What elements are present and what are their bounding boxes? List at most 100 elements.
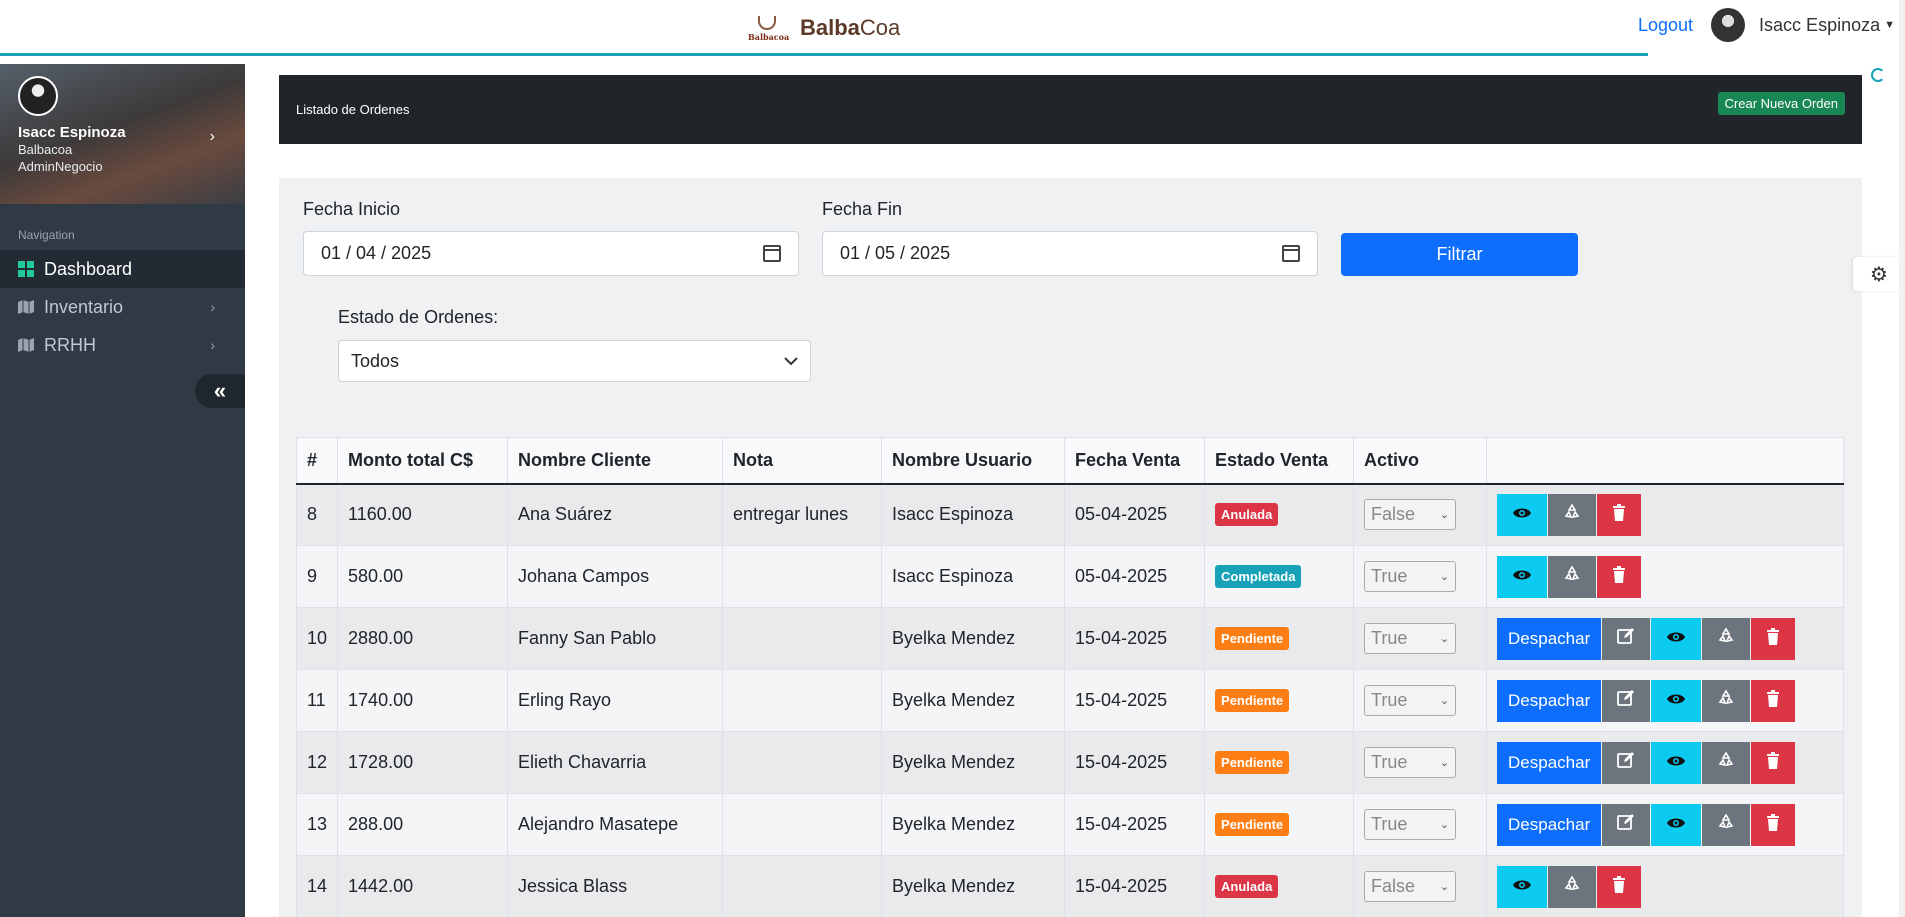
cell-nota bbox=[722, 545, 883, 608]
recycle-button[interactable] bbox=[1702, 617, 1751, 660]
despachar-button[interactable]: Despachar bbox=[1497, 741, 1602, 784]
caret-down-icon[interactable]: ▼ bbox=[1884, 19, 1895, 31]
status-select-value: Todos bbox=[351, 350, 400, 371]
cell-activo: True ⌄ bbox=[1353, 669, 1488, 732]
view-button[interactable] bbox=[1651, 679, 1702, 722]
despachar-button[interactable]: Despachar bbox=[1497, 679, 1602, 722]
cell-actions: Despachar bbox=[1486, 793, 1844, 856]
cell-nota bbox=[722, 731, 883, 794]
sidebar-collapse-button[interactable]: « bbox=[195, 374, 245, 408]
cell-fecha: 15-04-2025 bbox=[1064, 669, 1206, 732]
sidebar-item-label: Dashboard bbox=[44, 258, 133, 279]
delete-button[interactable] bbox=[1751, 679, 1796, 722]
settings-gear-icon[interactable]: ⚙ bbox=[1853, 257, 1905, 291]
recycle-button[interactable] bbox=[1702, 741, 1751, 784]
table-row: 8 1160.00 Ana Suárez entregar lunes Isac… bbox=[295, 483, 1844, 546]
sidebar-item-dashboard[interactable]: Dashboard bbox=[0, 250, 245, 288]
calendar-icon[interactable] bbox=[763, 245, 781, 262]
row-actions bbox=[1497, 865, 1833, 908]
create-order-button[interactable]: Crear Nueva Orden bbox=[1717, 92, 1845, 115]
chevron-down-icon: ⌄ bbox=[1439, 509, 1450, 522]
logout-link[interactable]: Logout bbox=[1638, 15, 1693, 36]
status-badge: Completada bbox=[1215, 565, 1302, 588]
despachar-button[interactable]: Despachar bbox=[1497, 803, 1602, 846]
view-button[interactable] bbox=[1651, 741, 1702, 784]
cell-id: 13 bbox=[295, 793, 339, 856]
cell-monto: 1728.00 bbox=[337, 731, 509, 794]
chevron-down-icon: ⌄ bbox=[1439, 633, 1450, 645]
active-select[interactable]: False ⌄ bbox=[1364, 871, 1457, 902]
sidebar-profile[interactable]: Isacc Espinoza Balbacoa AdminNegocio › bbox=[0, 64, 245, 204]
cell-actions bbox=[1486, 855, 1844, 917]
vertical-scrollbar[interactable] bbox=[1899, 0, 1905, 917]
cell-activo: True ⌄ bbox=[1353, 731, 1488, 794]
status-select[interactable]: Todos bbox=[338, 340, 811, 382]
col-header-activo: Activo bbox=[1353, 437, 1488, 485]
active-select[interactable]: True ⌄ bbox=[1364, 685, 1457, 716]
cell-usuario: Byelka Mendez bbox=[881, 855, 1066, 917]
delete-button[interactable] bbox=[1751, 741, 1796, 784]
col-header-estado: Estado Venta bbox=[1204, 437, 1355, 485]
eye-icon bbox=[1512, 567, 1532, 587]
active-select[interactable]: True ⌄ bbox=[1364, 809, 1457, 840]
start-date-input[interactable]: 01 / 04 / 2025 bbox=[303, 231, 799, 276]
chevron-down-icon bbox=[784, 353, 798, 369]
end-date-input[interactable]: 01 / 05 / 2025 bbox=[822, 231, 1318, 276]
recycle-button[interactable] bbox=[1548, 555, 1597, 598]
view-button[interactable] bbox=[1651, 803, 1702, 846]
active-select[interactable]: True ⌄ bbox=[1364, 561, 1457, 592]
nav-header: Navigation bbox=[18, 228, 75, 242]
active-select[interactable]: False ⌄ bbox=[1364, 499, 1457, 531]
active-select[interactable]: True ⌄ bbox=[1364, 747, 1457, 778]
cell-activo: True ⌄ bbox=[1353, 545, 1488, 608]
recycle-icon bbox=[1563, 503, 1581, 526]
col-header-actions bbox=[1486, 437, 1844, 485]
cell-fecha: 15-04-2025 bbox=[1064, 731, 1206, 794]
recycle-button[interactable] bbox=[1548, 493, 1597, 536]
edit-button[interactable] bbox=[1602, 679, 1651, 722]
cell-estado: Anulada bbox=[1204, 855, 1355, 917]
view-button[interactable] bbox=[1497, 493, 1548, 536]
calendar-icon[interactable] bbox=[1282, 245, 1300, 262]
edit-icon bbox=[1617, 813, 1635, 836]
orders-card-header: Listado de Ordenes Crear Nueva Orden bbox=[279, 75, 1862, 144]
sidebar-item-inventario[interactable]: Inventario › bbox=[0, 288, 245, 326]
user-avatar[interactable] bbox=[1711, 8, 1746, 42]
status-badge: Pendiente bbox=[1215, 813, 1290, 836]
view-button[interactable] bbox=[1651, 617, 1702, 660]
delete-button[interactable] bbox=[1751, 617, 1796, 660]
profile-avatar bbox=[18, 76, 58, 116]
delete-button[interactable] bbox=[1597, 865, 1642, 908]
despachar-button[interactable]: Despachar bbox=[1497, 617, 1602, 660]
table-row: 12 1728.00 Elieth Chavarria Byelka Mende… bbox=[295, 731, 1844, 794]
view-button[interactable] bbox=[1497, 555, 1548, 598]
edit-button[interactable] bbox=[1602, 741, 1651, 784]
delete-button[interactable] bbox=[1597, 555, 1642, 598]
trash-icon bbox=[1766, 751, 1780, 774]
recycle-icon bbox=[1717, 627, 1735, 650]
recycle-icon bbox=[1717, 751, 1735, 774]
edit-button[interactable] bbox=[1602, 803, 1651, 846]
chevron-down-icon: ⌄ bbox=[1439, 695, 1450, 707]
trash-icon bbox=[1612, 503, 1626, 526]
cell-nota bbox=[722, 793, 883, 856]
cell-cliente: Johana Campos bbox=[507, 545, 724, 608]
cell-actions: Despachar bbox=[1486, 607, 1844, 670]
delete-button[interactable] bbox=[1597, 493, 1642, 536]
active-select[interactable]: True ⌄ bbox=[1364, 623, 1457, 654]
brand[interactable]: Balbacoa BalbaCoa bbox=[748, 14, 900, 42]
cell-activo: True ⌄ bbox=[1353, 793, 1488, 856]
user-name[interactable]: Isacc Espinoza bbox=[1759, 15, 1880, 36]
edit-button[interactable] bbox=[1602, 617, 1651, 660]
row-actions bbox=[1497, 555, 1833, 598]
delete-button[interactable] bbox=[1751, 803, 1796, 846]
col-header-monto: Monto total C$ bbox=[337, 437, 509, 485]
cell-monto: 1442.00 bbox=[337, 855, 509, 917]
recycle-button[interactable] bbox=[1702, 679, 1751, 722]
recycle-button[interactable] bbox=[1548, 865, 1597, 908]
view-button[interactable] bbox=[1497, 865, 1548, 908]
filter-button[interactable]: Filtrar bbox=[1341, 233, 1578, 276]
sidebar-item-rrhh[interactable]: RRHH › bbox=[0, 326, 245, 364]
recycle-icon bbox=[1563, 565, 1581, 588]
recycle-button[interactable] bbox=[1702, 803, 1751, 846]
